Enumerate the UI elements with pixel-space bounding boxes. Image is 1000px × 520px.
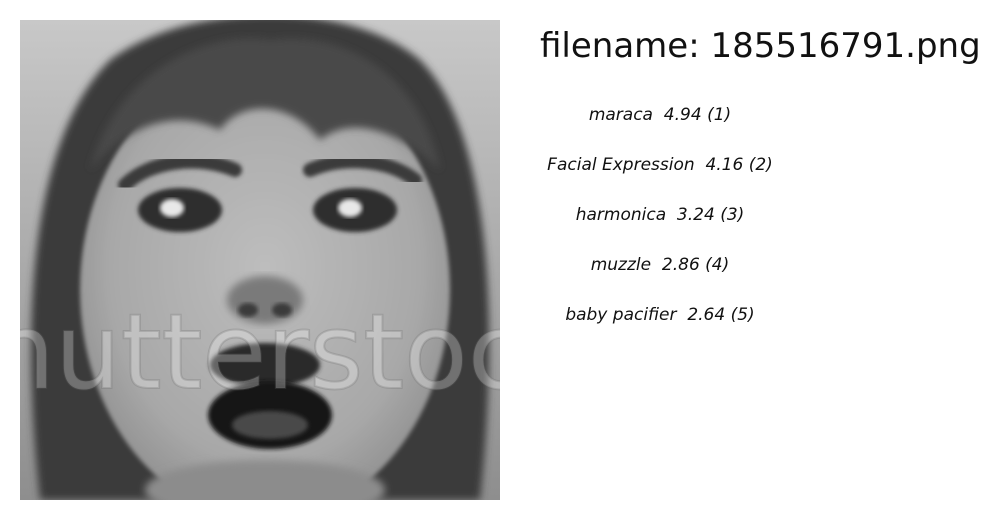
- prediction-score: 2.64: [687, 305, 726, 325]
- face-photo-drawing: shutterstock: [20, 20, 500, 500]
- filename-heading: filename: 185516791.png: [540, 24, 981, 68]
- prediction-rank: (4): [705, 255, 730, 275]
- prediction-rank: (3): [720, 205, 745, 225]
- prediction-rank: (2): [748, 155, 773, 175]
- prediction-item: baby pacifier 2.64 (5): [540, 300, 780, 350]
- prediction-label: maraca: [588, 105, 653, 125]
- filename-value: 185516791.png: [710, 26, 981, 66]
- prediction-item: maraca 4.94 (1): [540, 100, 780, 150]
- prediction-item: harmonica 3.24 (3): [540, 200, 780, 250]
- prediction-label: baby pacifier: [565, 305, 677, 325]
- prediction-rank: (1): [707, 105, 732, 125]
- tongue: [232, 411, 308, 439]
- prediction-list: maraca 4.94 (1) Facial Expression 4.16 (…: [540, 100, 780, 350]
- prediction-label: Facial Expression: [547, 155, 695, 175]
- prediction-score: 3.24: [676, 205, 715, 225]
- prediction-score: 4.94: [663, 105, 702, 125]
- filename-label: filename:: [540, 26, 700, 66]
- prediction-label: muzzle: [590, 255, 652, 275]
- right-eye-highlight: [338, 199, 362, 217]
- left-eye-highlight: [160, 199, 184, 217]
- prediction-score: 2.86: [661, 255, 700, 275]
- prediction-score: 4.16: [705, 155, 744, 175]
- prediction-item: muzzle 2.86 (4): [540, 250, 780, 300]
- prediction-item: Facial Expression 4.16 (2): [540, 150, 780, 200]
- prediction-rank: (5): [730, 305, 755, 325]
- prediction-label: harmonica: [575, 205, 667, 225]
- face-photo: shutterstock: [20, 20, 500, 500]
- watermark-text: shutterstock: [20, 291, 500, 413]
